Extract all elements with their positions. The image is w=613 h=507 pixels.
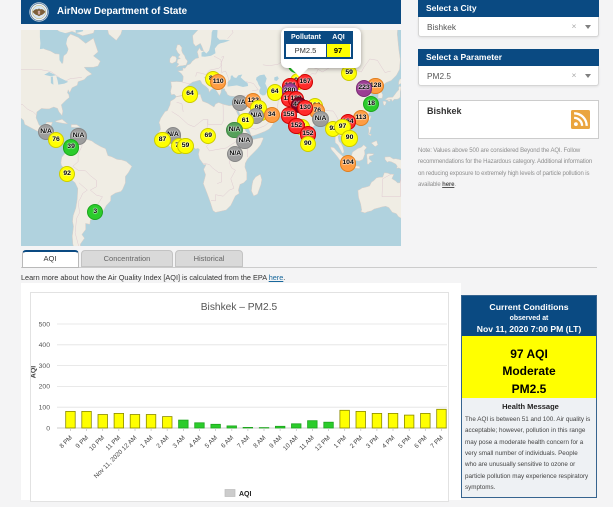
svg-text:5 AM: 5 AM <box>204 434 219 449</box>
svg-text:200: 200 <box>39 384 51 391</box>
svg-text:400: 400 <box>39 342 51 349</box>
svg-text:1 AM: 1 AM <box>139 434 154 449</box>
svg-text:300: 300 <box>39 363 51 370</box>
svg-text:6 AM: 6 AM <box>220 434 235 449</box>
svg-text:7 PM: 7 PM <box>429 434 445 450</box>
svg-text:10 AM: 10 AM <box>282 434 300 452</box>
svg-text:3 PM: 3 PM <box>365 434 381 450</box>
svg-text:7 AM: 7 AM <box>236 434 251 449</box>
svg-text:2 PM: 2 PM <box>349 434 365 450</box>
svg-text:5 PM: 5 PM <box>397 434 413 450</box>
svg-text:Bishkek – PM2.5: Bishkek – PM2.5 <box>201 302 278 313</box>
svg-text:0: 0 <box>46 425 50 432</box>
svg-text:4 AM: 4 AM <box>188 434 203 449</box>
svg-text:AQI: AQI <box>239 491 252 498</box>
svg-text:AQI: AQI <box>31 366 38 379</box>
svg-text:8 PM: 8 PM <box>58 434 74 450</box>
svg-text:12 PM: 12 PM <box>314 434 332 452</box>
svg-text:500: 500 <box>39 321 51 328</box>
svg-text:2 AM: 2 AM <box>155 434 170 449</box>
svg-text:100: 100 <box>39 405 51 412</box>
svg-text:1 PM: 1 PM <box>333 434 349 450</box>
svg-text:3 AM: 3 AM <box>172 434 187 449</box>
svg-text:6 PM: 6 PM <box>413 434 429 450</box>
svg-text:11 AM: 11 AM <box>298 434 315 451</box>
svg-text:8 AM: 8 AM <box>252 434 267 449</box>
svg-text:4 PM: 4 PM <box>381 434 397 450</box>
svg-text:10 PM: 10 PM <box>88 434 106 452</box>
